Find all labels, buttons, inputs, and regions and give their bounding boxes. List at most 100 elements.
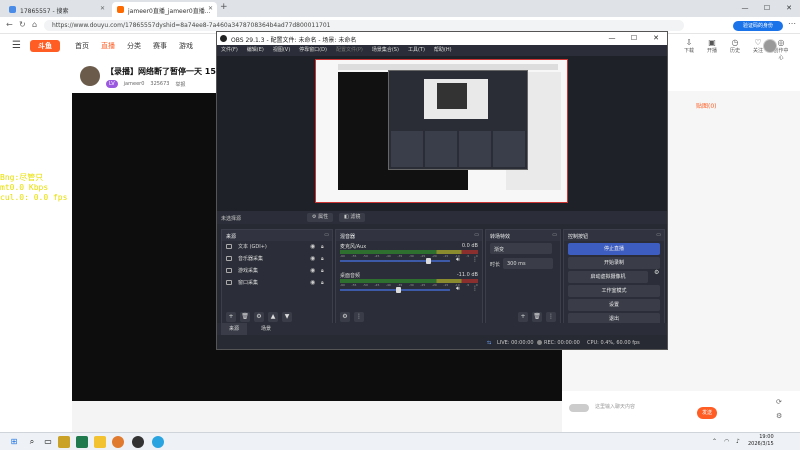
kebab-icon[interactable]: ⋮ [354, 312, 364, 322]
volume-knob[interactable] [426, 258, 431, 264]
start-virtual-camera-button[interactable]: 启动虚拟摄像机 [568, 271, 648, 283]
filters-button[interactable]: ◧ 滤镜 [339, 213, 366, 222]
search-icon[interactable]: ⌕ [26, 436, 38, 448]
network-icon[interactable]: ◠ [724, 438, 729, 445]
streamer-name[interactable]: jameer0 [124, 81, 145, 87]
history-button[interactable]: ◷ 历史 [726, 38, 744, 61]
volume-icon[interactable]: ♪ [736, 438, 740, 445]
source-item[interactable]: 文本 (GDI+) ◉ 🔒︎ [222, 241, 332, 253]
nav-live[interactable]: 直播 [101, 41, 115, 51]
chat-toggle[interactable] [569, 404, 589, 412]
edge-browser-icon[interactable] [152, 436, 164, 448]
profile-sync-button[interactable]: 验证码的身份 [733, 21, 783, 31]
browser-tab-douyu[interactable]: jameer0直播_jameer0直播... ✕ [112, 2, 217, 17]
broadcast-button[interactable]: ▣ 开播 [703, 38, 721, 61]
down-icon[interactable]: ▼ [282, 312, 292, 322]
gear-icon[interactable]: ⚙ [254, 312, 264, 322]
virtual-camera-settings-icon[interactable]: ⚙ [654, 269, 659, 276]
menu-tools[interactable]: 工具(T) [408, 45, 425, 56]
menu-view[interactable]: 视图(V) [273, 45, 290, 56]
properties-button[interactable]: ⚙ 属性 [307, 213, 334, 222]
douyu-logo[interactable]: 斗鱼 [30, 40, 60, 52]
lock-icon[interactable]: 🔒︎ [321, 241, 324, 253]
nav-category[interactable]: 分类 [127, 41, 141, 51]
speaker-icon[interactable]: 🔊︎ [456, 285, 460, 293]
close-icon[interactable]: ✕ [645, 32, 667, 45]
up-icon[interactable]: ▲ [268, 312, 278, 322]
home-icon[interactable]: ⌂ [32, 20, 37, 29]
eye-icon[interactable]: ◉ [310, 265, 315, 277]
settings-icon[interactable]: ⚙ [776, 412, 782, 420]
eye-icon[interactable]: ◉ [310, 253, 315, 265]
app-yellow-icon[interactable] [94, 436, 106, 448]
add-icon[interactable]: + [226, 312, 236, 322]
report-link[interactable]: 举报 [175, 81, 185, 88]
kebab-icon[interactable]: ⋮ [472, 256, 478, 263]
download-button[interactable]: ⇩ 下载 [680, 38, 698, 61]
windows-start-icon[interactable]: ⊞ [8, 436, 20, 448]
eye-icon[interactable]: ◉ [310, 241, 315, 253]
stop-streaming-button[interactable]: 停止直播 [568, 243, 660, 255]
browser-tab-search[interactable]: 17865557 - 搜索 ✕ [4, 2, 109, 17]
speaker-icon[interactable]: 🔊︎ [456, 256, 460, 264]
menu-edit[interactable]: 编辑(E) [247, 45, 264, 56]
settings-button[interactable]: 设置 [568, 299, 660, 311]
app-green-icon[interactable] [76, 436, 88, 448]
url-field[interactable]: https://www.douyu.com/17865557dyshid=8a7… [44, 20, 684, 31]
eye-icon[interactable]: ◉ [310, 277, 315, 289]
transition-select[interactable]: 渐变 [490, 243, 556, 256]
tray-chevron-icon[interactable]: ⌃ [712, 438, 717, 445]
lock-icon[interactable]: 🔒︎ [321, 265, 324, 277]
undock-icon[interactable]: ▭ [552, 232, 557, 238]
menu-profile[interactable]: 配置文件(P) [336, 45, 363, 56]
volume-knob[interactable] [396, 287, 402, 293]
new-tab-button[interactable]: + [220, 2, 228, 12]
source-item[interactable]: 音乐器采集 ◉ 🔒︎ [222, 253, 332, 265]
task-view-icon[interactable]: ▭ [42, 436, 54, 448]
minimize-icon[interactable]: — [601, 32, 623, 45]
send-button[interactable]: 发送 [697, 407, 717, 419]
source-item[interactable]: 游戏采集 ◉ 🔒︎ [222, 265, 332, 277]
tab-scenes[interactable]: 场景 [253, 323, 279, 335]
tab-sources[interactable]: 来源 [221, 323, 248, 335]
menu-scene-collection[interactable]: 场景集合(S) [372, 45, 399, 56]
streamer-avatar[interactable] [80, 66, 100, 86]
studio-mode-button[interactable]: 工作室模式 [568, 285, 660, 297]
menu-icon[interactable]: ☰ [12, 40, 21, 51]
menu-docks[interactable]: 停靠窗口(D) [299, 45, 327, 56]
undock-icon[interactable]: ▭ [324, 232, 329, 238]
volume-slider[interactable] [340, 260, 450, 262]
obs-taskbar-icon[interactable] [132, 436, 144, 448]
lock-icon[interactable]: 🔒︎ [321, 277, 324, 289]
undock-icon[interactable]: ▭ [474, 232, 479, 238]
trash-icon[interactable]: 🗑︎ [240, 312, 250, 322]
file-explorer-icon[interactable] [58, 436, 70, 448]
minimize-icon[interactable]: — [734, 0, 756, 17]
more-menu-icon[interactable]: ⋯ [788, 19, 796, 28]
close-icon[interactable]: ✕ [208, 5, 213, 12]
nav-games[interactable]: 游戏 [179, 41, 193, 51]
gear-icon[interactable]: ⚙ [340, 312, 350, 322]
refresh-icon[interactable]: ⟳ [776, 398, 782, 406]
taskbar-clock[interactable]: 19:00 2026/3/15 [748, 434, 774, 448]
volume-slider[interactable] [340, 289, 450, 291]
menu-help[interactable]: 帮助(H) [434, 45, 452, 56]
nav-events[interactable]: 赛事 [153, 41, 167, 51]
maximize-icon[interactable]: ☐ [756, 0, 778, 17]
add-icon[interactable]: + [518, 312, 528, 322]
kebab-icon[interactable]: ⋮ [472, 285, 478, 292]
nav-home[interactable]: 首页 [75, 41, 89, 51]
chat-input[interactable]: 这里输入聊天内容 [565, 400, 715, 422]
app-orange-icon[interactable] [112, 436, 124, 448]
close-window-icon[interactable]: ✕ [778, 0, 800, 17]
source-item[interactable]: 窗口采集 ◉ 🔒︎ [222, 277, 332, 289]
lock-icon[interactable]: 🔒︎ [321, 253, 324, 265]
undock-icon[interactable]: ▭ [656, 232, 661, 238]
refresh-icon[interactable]: ↻ [19, 20, 26, 29]
user-avatar[interactable] [763, 39, 777, 53]
sticker-tab[interactable]: 贴图(0) [696, 101, 717, 110]
start-recording-button[interactable]: 开始录制 [568, 257, 660, 269]
kebab-icon[interactable]: ⋮ [546, 312, 556, 322]
obs-preview[interactable] [315, 59, 568, 203]
maximize-icon[interactable]: ☐ [623, 32, 645, 45]
